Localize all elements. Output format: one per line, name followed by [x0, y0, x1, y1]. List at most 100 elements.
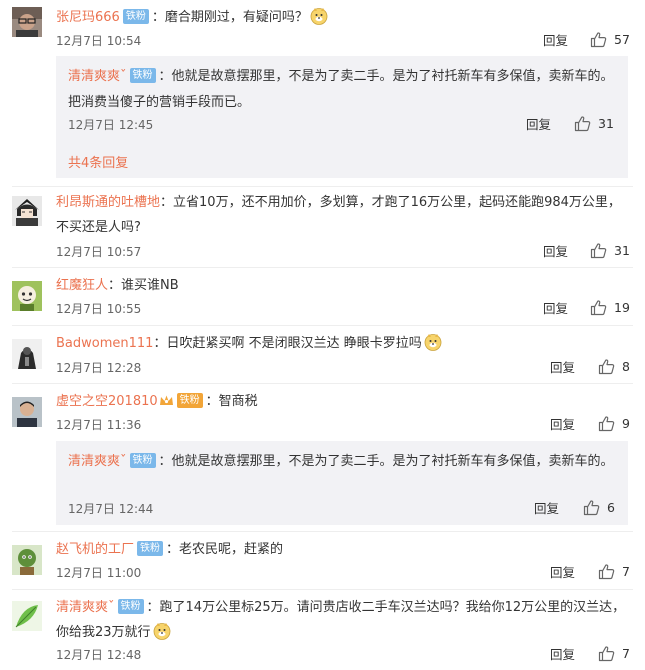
reply-box: 清清爽爽ˇ 铁粉 ：他就是故意摆那里，不是为了卖二手。是为了衬托新车有多保值，卖新车… — [56, 441, 628, 525]
comment-text: 老农民呢，赶紧的 — [179, 542, 284, 557]
comment-item: 张尼玛666 铁粉 ：磨合期刚过，有疑问吗？ 12月7日 10:54 回复 57 清… — [0, 6, 640, 182]
comment-item: 红魔狂人：谁买谁NB 12月7日 10:55 回复 19 — [0, 274, 640, 320]
reply-button[interactable]: 回复 — [550, 565, 575, 581]
like-count: 31 — [598, 115, 614, 131]
cartoon-character-avatar[interactable] — [12, 281, 42, 311]
comment-text-line: 张尼玛666 铁粉 ：磨合期刚过，有疑问吗？ — [56, 6, 630, 29]
reply-button[interactable]: 回复 — [550, 360, 575, 376]
colon-separator: ： — [146, 600, 160, 615]
like-count: 6 — [607, 499, 615, 515]
thumbs-up-icon — [598, 358, 615, 375]
colon-separator: ： — [108, 278, 122, 293]
thumbs-up-icon — [598, 415, 615, 432]
reply-button[interactable]: 回复 — [550, 417, 575, 433]
doge-emoji-icon — [424, 333, 442, 351]
username-link[interactable]: 清清爽爽ˇ — [56, 600, 115, 615]
reply-button[interactable]: 回复 — [543, 33, 568, 49]
colon-separator: ： — [151, 10, 165, 25]
like-button[interactable]: 7 — [598, 563, 630, 580]
like-count: 9 — [622, 415, 630, 431]
reply-button[interactable]: 回复 — [543, 301, 568, 317]
like-count: 7 — [622, 645, 630, 661]
divider — [12, 589, 633, 590]
green-leaf-avatar[interactable] — [12, 601, 42, 631]
comment-time: 12月7日 10:54 — [56, 34, 142, 48]
like-count: 7 — [622, 563, 630, 579]
like-button[interactable]: 31 — [574, 115, 614, 132]
username-link[interactable]: 利昂斯通的吐槽地 — [56, 195, 160, 210]
like-count: 19 — [614, 299, 630, 315]
comment-text-line: 利昂斯通的吐槽地：立省10万，还不用加价，多划算，才跑了16万公里，起码还能跑9… — [56, 190, 630, 240]
reply-time: 12月7日 12:45 — [68, 118, 154, 132]
username-link[interactable]: 虚空之空201810 — [56, 394, 158, 409]
reply-button[interactable]: 回复 — [550, 647, 575, 663]
divider — [12, 186, 633, 187]
fan-badge: 铁粉 — [176, 393, 203, 408]
reply-button[interactable]: 回复 — [526, 117, 551, 133]
like-count: 31 — [614, 242, 630, 258]
like-button[interactable]: 6 — [583, 499, 615, 516]
divider — [12, 531, 633, 532]
colon-separator: ： — [160, 195, 174, 210]
comment-time: 12月7日 11:36 — [56, 418, 142, 432]
comment-item: 利昂斯通的吐槽地：立省10万，还不用加价，多划算，才跑了16万公里，起码还能跑9… — [0, 190, 640, 262]
like-button[interactable]: 57 — [590, 31, 630, 48]
reply-text-line: 清清爽爽ˇ 铁粉 ：他就是故意摆那里，不是为了卖二手。是为了衬托新车有多保值，卖新车… — [68, 449, 618, 475]
comment-text: 磨合期刚过，有疑问吗？ — [164, 10, 308, 25]
divider — [12, 267, 633, 268]
colon-separator: ： — [205, 394, 219, 409]
username-link[interactable]: 红魔狂人 — [56, 278, 108, 293]
divider — [12, 325, 633, 326]
thumbs-up-icon — [590, 299, 607, 316]
man-photo-avatar[interactable] — [12, 397, 42, 427]
fan-badge: 铁粉 — [137, 541, 164, 556]
fan-badge: 铁粉 — [129, 453, 156, 468]
fan-badge: 铁粉 — [122, 9, 149, 24]
reply-time: 12月7日 12:44 — [68, 502, 154, 516]
thumbs-up-icon — [574, 115, 591, 132]
reply-text-line: 清清爽爽ˇ 铁粉 ：他就是故意摆那里，不是为了卖二手。是为了衬托新车有多保值，卖新车… — [68, 64, 618, 116]
comment-time: 12月7日 10:55 — [56, 302, 142, 316]
anime-character-avatar[interactable] — [12, 196, 42, 226]
like-button[interactable]: 31 — [590, 242, 630, 259]
like-button[interactable]: 7 — [598, 645, 630, 662]
comment-text-line: 虚空之空201810 铁粉 ：智商税 — [56, 390, 630, 415]
reply-button[interactable]: 回复 — [534, 501, 559, 517]
reply-username-link[interactable]: 清清爽爽ˇ — [68, 69, 127, 84]
more-replies-link[interactable]: 共4条回复 — [68, 152, 128, 171]
glasses-man-avatar[interactable] — [12, 7, 42, 37]
comment-text-line: Badwomen111：日吹赶紧买啊 不是闭眼汉兰达 睁眼卡罗拉吗 — [56, 332, 630, 355]
like-count: 57 — [614, 31, 630, 47]
colon-separator: ： — [158, 454, 172, 469]
comment-text-line: 清清爽爽ˇ 铁粉 ：跑了14万公里标25万。请问贵店收二手车汉兰达吗？我给你12万公… — [56, 595, 630, 645]
doge-emoji-icon — [153, 622, 171, 640]
divider — [12, 383, 633, 384]
thumbs-up-icon — [583, 499, 600, 516]
like-button[interactable]: 19 — [590, 299, 630, 316]
username-link[interactable]: 张尼玛666 — [56, 10, 120, 25]
username-link[interactable]: Badwomen111 — [56, 336, 153, 351]
fan-badge: 铁粉 — [117, 599, 144, 614]
vip-crown-icon — [159, 392, 174, 415]
green-cartoon-avatar[interactable] — [12, 545, 42, 575]
comment-text: 谁买谁NB — [121, 278, 179, 293]
colon-separator: ： — [166, 542, 180, 557]
doge-emoji-icon — [310, 7, 328, 25]
colon-separator: ： — [153, 336, 167, 351]
reply-username-link[interactable]: 清清爽爽ˇ — [68, 454, 127, 469]
reply-button[interactable]: 回复 — [543, 244, 568, 260]
colon-separator: ： — [158, 69, 172, 84]
dark-figure-avatar[interactable] — [12, 339, 42, 369]
username-link[interactable]: 赵飞机的工厂 — [56, 542, 134, 557]
like-button[interactable]: 8 — [598, 358, 630, 375]
comment-item: 赵飞机的工厂 铁粉 ：老农民呢，赶紧的 12月7日 11:00 回复 7 — [0, 538, 640, 584]
comment-text-line: 赵飞机的工厂 铁粉 ：老农民呢，赶紧的 — [56, 538, 630, 561]
thumbs-up-icon — [598, 645, 615, 662]
comment-feed: 张尼玛666 铁粉 ：磨合期刚过，有疑问吗？ 12月7日 10:54 回复 57 清… — [0, 0, 645, 670]
comment-time: 12月7日 12:28 — [56, 361, 142, 375]
comment-text: 日吹赶紧买啊 不是闭眼汉兰达 睁眼卡罗拉吗 — [166, 336, 422, 351]
reply-box: 清清爽爽ˇ 铁粉 ：他就是故意摆那里，不是为了卖二手。是为了衬托新车有多保值，卖新车… — [56, 56, 628, 178]
comment-time: 12月7日 11:00 — [56, 566, 142, 580]
comment-item: 清清爽爽ˇ 铁粉 ：跑了14万公里标25万。请问贵店收二手车汉兰达吗？我给你12万公… — [0, 595, 640, 667]
like-button[interactable]: 9 — [598, 415, 630, 432]
